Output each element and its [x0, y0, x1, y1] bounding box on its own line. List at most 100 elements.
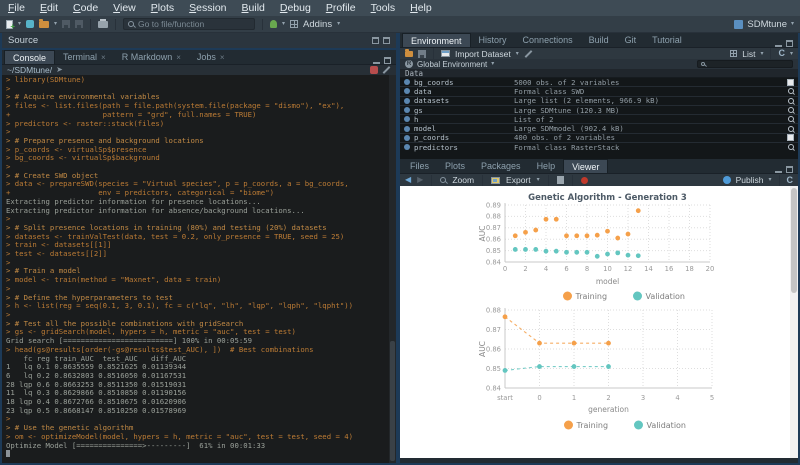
environment-search-input[interactable]	[697, 60, 793, 68]
tab-environment[interactable]: Environment	[402, 33, 471, 47]
menu-plots[interactable]: Plots	[151, 2, 174, 14]
tab-help[interactable]: Help	[529, 159, 564, 173]
chevron-down-icon[interactable]: ▾	[516, 51, 519, 57]
addins-grid-icon[interactable]	[290, 20, 298, 28]
tab-r-markdown[interactable]: R Markdown×	[114, 50, 189, 64]
chevron-down-icon[interactable]: ▾	[790, 51, 793, 57]
menu-session[interactable]: Session	[189, 2, 226, 14]
clear-objects-icon[interactable]	[524, 50, 532, 58]
tab-console[interactable]: Console	[4, 50, 55, 64]
environment-row-bg_coords[interactable]: bg_coords5000 obs. of 2 variables	[400, 78, 798, 87]
menu-file[interactable]: File	[8, 2, 25, 14]
environment-row-predictors[interactable]: predictorsFormal class RasterStack	[400, 143, 798, 152]
minimize-pane-icon[interactable]	[373, 57, 380, 64]
goto-directory-icon[interactable]: ➤	[56, 66, 63, 74]
magnifier-icon[interactable]	[788, 116, 794, 122]
project-selector[interactable]: SDMtune ▾	[734, 19, 794, 30]
refresh-icon[interactable]: C	[778, 49, 785, 58]
environment-row-gs[interactable]: gsLarge SDMtune (120.3 MB)	[400, 106, 798, 115]
close-icon[interactable]: ×	[101, 53, 106, 62]
tab-plots[interactable]: Plots	[437, 159, 473, 173]
publish-button[interactable]: Publish	[736, 175, 764, 185]
menu-code[interactable]: Code	[73, 2, 98, 14]
console-output[interactable]: > library(SDMtune)>> # Acquire environme…	[2, 75, 396, 463]
minimize-pane-icon[interactable]	[775, 40, 782, 47]
view-table-icon[interactable]	[787, 134, 794, 141]
save-workspace-icon[interactable]	[418, 50, 426, 58]
environment-row-h[interactable]: hList of 2	[400, 115, 798, 124]
save-icon[interactable]	[62, 20, 70, 28]
chevron-down-icon[interactable]: ▾	[491, 61, 494, 67]
open-folder-icon[interactable]	[39, 21, 49, 28]
minimize-pane-icon[interactable]	[775, 166, 782, 173]
save-all-icon[interactable]	[75, 20, 83, 28]
refresh-icon[interactable]: C	[787, 176, 794, 185]
environment-scope-selector[interactable]: Global Environment	[417, 60, 487, 69]
chevron-down-icon[interactable]: ▾	[282, 21, 285, 27]
new-project-icon[interactable]	[26, 20, 34, 28]
print-icon[interactable]	[98, 21, 108, 28]
console-scrollbar[interactable]	[389, 75, 396, 463]
tab-jobs[interactable]: Jobs×	[189, 50, 233, 64]
chevron-down-icon[interactable]: ▾	[54, 21, 57, 27]
restore-pane-icon[interactable]	[372, 37, 379, 44]
menu-help[interactable]: Help	[410, 2, 432, 14]
environment-row-p_coords[interactable]: p_coords400 obs. of 2 variables	[400, 134, 798, 143]
tab-viewer[interactable]: Viewer	[563, 159, 608, 173]
menu-tools[interactable]: Tools	[371, 2, 396, 14]
back-icon[interactable]: ◀	[405, 176, 411, 184]
tab-git[interactable]: Git	[617, 33, 645, 47]
goto-file-function-input[interactable]: Go to file/function	[123, 18, 255, 30]
chevron-down-icon[interactable]: ▾	[18, 21, 21, 27]
tab-terminal[interactable]: Terminal×	[55, 50, 114, 64]
menu-view[interactable]: View	[113, 2, 136, 14]
environment-row-model[interactable]: modelLarge SDMmodel (902.4 kB)	[400, 124, 798, 133]
maximize-pane-icon[interactable]	[384, 57, 391, 64]
clear-all-plots-icon[interactable]	[581, 177, 588, 184]
magnifier-icon[interactable]	[788, 126, 794, 132]
menu-profile[interactable]: Profile	[326, 2, 356, 14]
tab-tutorial[interactable]: Tutorial	[644, 33, 690, 47]
maximize-pane-icon[interactable]	[786, 166, 793, 173]
maximize-pane-icon[interactable]	[383, 37, 390, 44]
export-button[interactable]: Export	[506, 175, 531, 185]
magnifier-icon[interactable]	[788, 107, 794, 113]
svg-text:10: 10	[603, 265, 612, 273]
close-icon[interactable]: ×	[176, 53, 181, 62]
viewer-scrollbar[interactable]	[790, 186, 798, 458]
chevron-down-icon[interactable]: ▾	[760, 51, 763, 57]
magnifier-icon[interactable]	[788, 98, 794, 104]
tab-connections[interactable]: Connections	[515, 33, 581, 47]
chevron-down-icon[interactable]: ▾	[768, 177, 771, 183]
environment-row-datasets[interactable]: datasetsLarge list (2 elements, 966.9 kB…	[400, 97, 798, 106]
magnifier-icon[interactable]	[788, 88, 794, 94]
chevron-down-icon[interactable]: ▾	[337, 21, 340, 27]
menu-build[interactable]: Build	[242, 2, 265, 14]
magnifier-icon[interactable]	[788, 144, 794, 150]
environment-plant-icon[interactable]	[270, 20, 277, 28]
maximize-pane-icon[interactable]	[786, 40, 793, 47]
source-pane-header[interactable]: Source	[2, 33, 396, 48]
clear-console-icon[interactable]	[383, 66, 391, 74]
close-icon[interactable]: ×	[220, 53, 225, 62]
zoom-button[interactable]: Zoom	[452, 175, 474, 185]
chevron-down-icon[interactable]: ▾	[537, 177, 540, 183]
tab-history[interactable]: History	[471, 33, 515, 47]
load-workspace-icon[interactable]	[405, 51, 413, 57]
remove-plot-icon[interactable]	[557, 176, 564, 184]
list-view-button[interactable]: List	[742, 49, 755, 59]
import-dataset-button[interactable]: Import Dataset	[455, 49, 511, 59]
tab-files[interactable]: Files	[402, 159, 437, 173]
search-icon	[701, 62, 705, 66]
addins-button[interactable]: Addins	[303, 19, 332, 30]
tab-packages[interactable]: Packages	[473, 159, 529, 173]
console-cursor-line[interactable]	[6, 450, 396, 460]
forward-icon[interactable]: ▶	[417, 176, 423, 184]
new-file-icon[interactable]	[6, 20, 13, 29]
menu-edit[interactable]: Edit	[40, 2, 58, 14]
environment-row-data[interactable]: dataFormal class SWD	[400, 87, 798, 96]
view-table-icon[interactable]	[787, 79, 794, 86]
menu-debug[interactable]: Debug	[280, 2, 311, 14]
interrupt-r-icon[interactable]	[370, 66, 378, 74]
tab-build[interactable]: Build	[581, 33, 617, 47]
